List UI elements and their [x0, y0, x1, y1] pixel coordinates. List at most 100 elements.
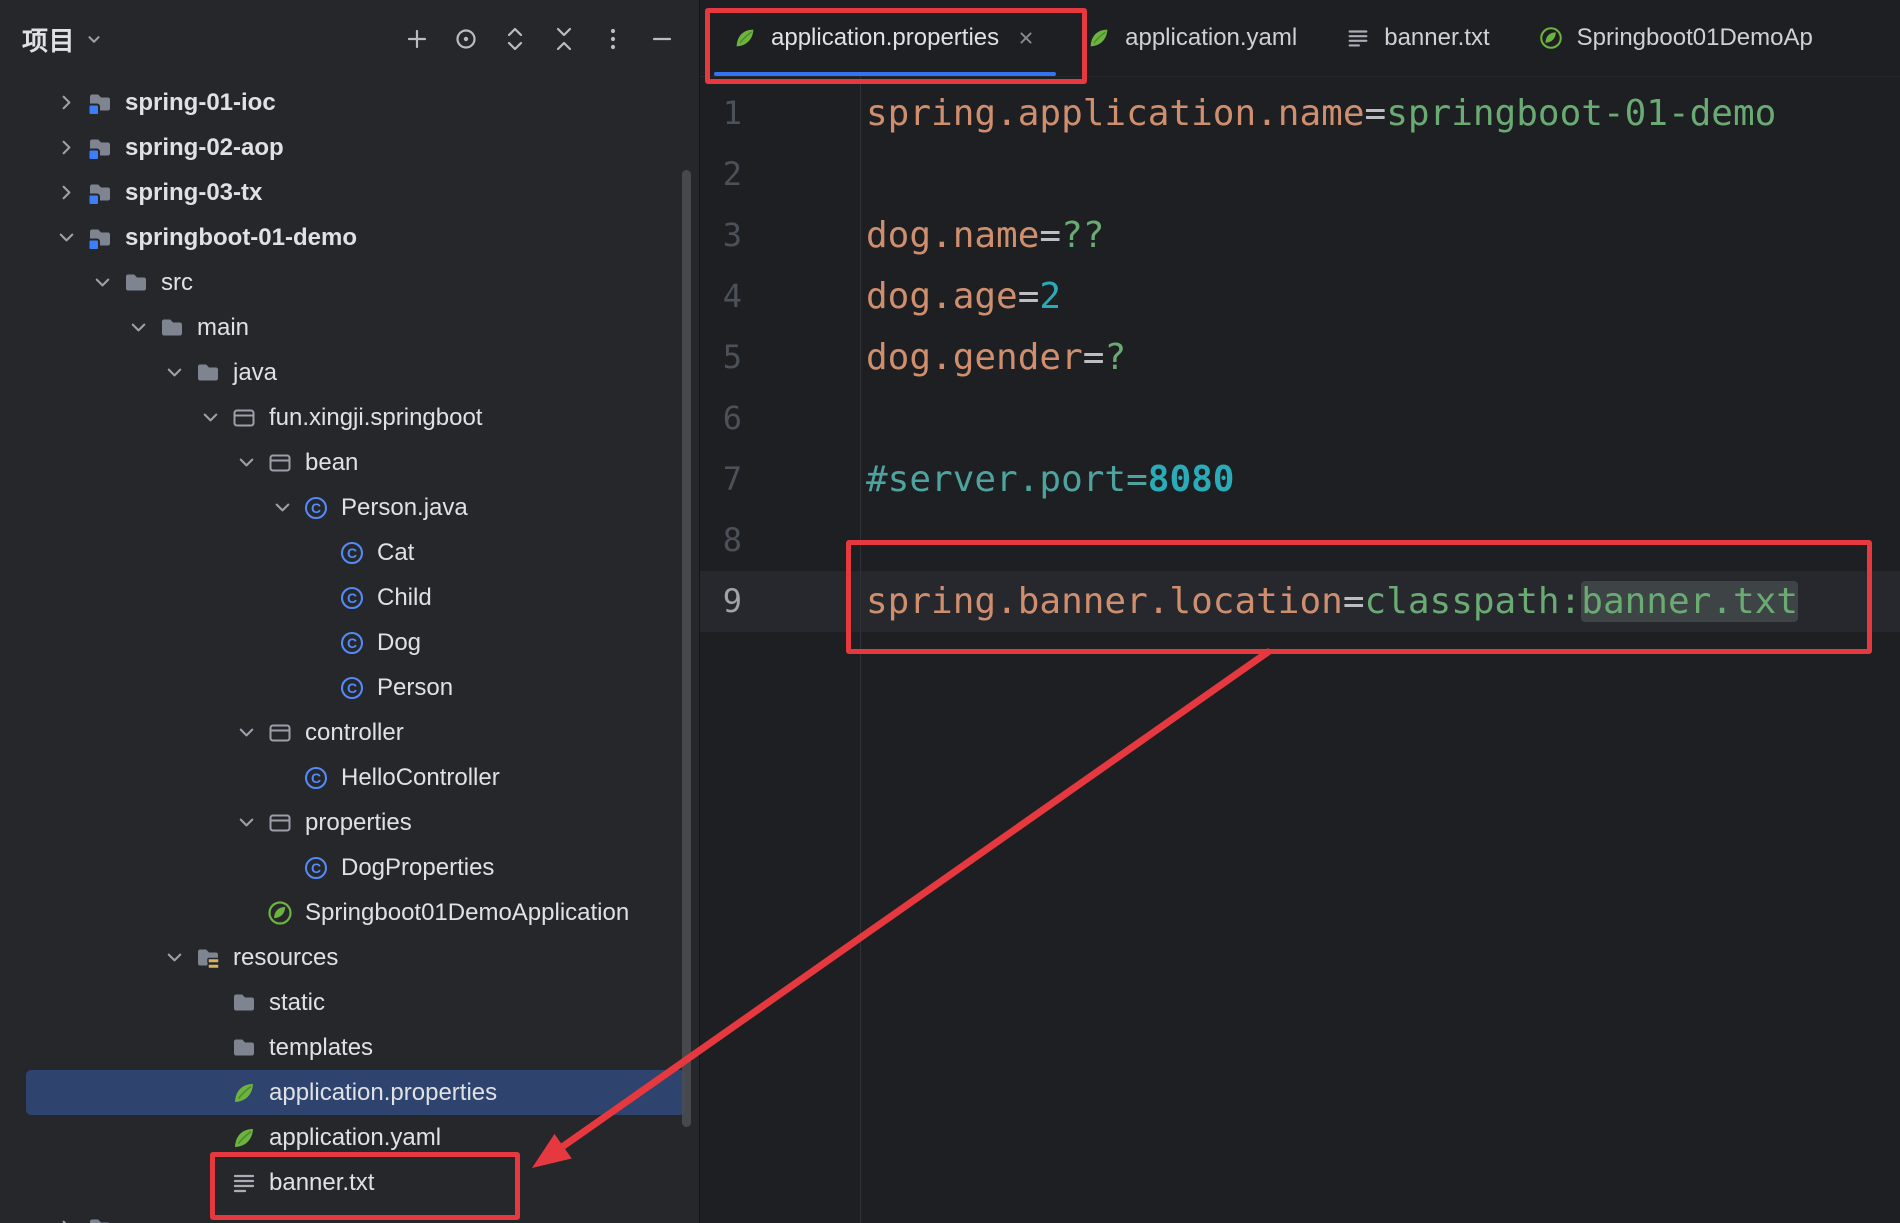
text-icon	[230, 1169, 258, 1197]
tree-item-dogproperties[interactable]: CDogProperties	[26, 845, 685, 890]
chevron-spacer	[226, 899, 266, 927]
code-line-3[interactable]: 3dog.name=??	[700, 205, 1900, 266]
folder-icon	[122, 269, 150, 297]
expand-all-icon[interactable]	[498, 22, 532, 56]
chevron-down-icon[interactable]	[226, 809, 266, 837]
chevron-down-icon[interactable]	[154, 944, 194, 972]
more-vertical-icon[interactable]	[596, 22, 630, 56]
tree-item-resources[interactable]: resources	[26, 935, 685, 980]
tree-item-properties[interactable]: properties	[26, 800, 685, 845]
tree-item-person-java[interactable]: CPerson.java	[26, 485, 685, 530]
text-icon	[1345, 25, 1371, 51]
tree-item-java[interactable]: java	[26, 350, 685, 395]
tree-item-spring-01-ioc[interactable]: spring-01-ioc	[26, 80, 685, 125]
chevron-down-icon[interactable]	[226, 449, 266, 477]
tree-item-label: spring-02-aop	[125, 134, 284, 162]
tree-item-src[interactable]: src	[26, 260, 685, 305]
target-icon[interactable]	[449, 22, 483, 56]
tab-application-yaml[interactable]: application.yaml	[1062, 0, 1321, 76]
spring-icon	[230, 1079, 258, 1107]
tree-item-hellocontroller[interactable]: CHelloController	[26, 755, 685, 800]
chevron-down-icon[interactable]	[262, 494, 302, 522]
chevron-right-icon[interactable]	[46, 179, 86, 207]
tree-item-main[interactable]: main	[26, 305, 685, 350]
code-line-8[interactable]: 8	[700, 510, 1900, 571]
chevron-down-icon[interactable]	[46, 224, 86, 252]
line-number: 6	[700, 388, 742, 449]
chevron-right-icon[interactable]	[46, 89, 86, 117]
project-tool-window: 项目 spring-01-ioc spring-02-aop spring-03-t…	[0, 0, 700, 1223]
minimize-icon[interactable]	[645, 22, 679, 56]
project-panel-toolbar	[400, 22, 679, 56]
chevron-down-icon[interactable]	[226, 719, 266, 747]
tree-scrollbar[interactable]	[682, 170, 691, 1127]
token-eq: =	[1365, 93, 1387, 134]
tree-item-spring-03-tx[interactable]: spring-03-tx	[26, 170, 685, 215]
close-icon[interactable]	[1014, 26, 1038, 50]
tree-item-label: Person.java	[341, 494, 468, 522]
tree-item-springboot01demoapplication[interactable]: Springboot01DemoApplication	[26, 890, 685, 935]
svg-text:C: C	[347, 545, 357, 561]
tree-item-dog[interactable]: CDog	[26, 620, 685, 665]
springboot-icon	[1538, 25, 1564, 51]
code-line-2[interactable]: 2	[700, 144, 1900, 205]
chevron-right-icon[interactable]	[46, 1214, 86, 1223]
code-line-6[interactable]: 6	[700, 388, 1900, 449]
tree-item-child[interactable]: CChild	[26, 575, 685, 620]
svg-text:C: C	[311, 770, 321, 786]
tab-application-properties[interactable]: application.properties	[708, 0, 1062, 76]
code-line-7[interactable]: 7#server.port=8080	[700, 449, 1900, 510]
tree-item-partial[interactable]	[26, 1205, 685, 1223]
tree-item-label: spring-01-ioc	[125, 89, 276, 117]
chevron-spacer	[190, 1079, 230, 1107]
tree-item-label: bean	[305, 449, 358, 477]
spring-icon	[1086, 25, 1112, 51]
code-line-5[interactable]: 5dog.gender=?	[700, 327, 1900, 388]
tree-item-springboot-01-demo[interactable]: springboot-01-demo	[26, 215, 685, 260]
code-line-4[interactable]: 4dog.age=2	[700, 266, 1900, 327]
project-panel-title[interactable]: 项目	[22, 21, 75, 58]
tree-item-fun-xingji-springboot[interactable]: fun.xingji.springboot	[26, 395, 685, 440]
module-folder-icon	[86, 89, 114, 117]
tree-item-bean[interactable]: bean	[26, 440, 685, 485]
tree-item-banner-txt[interactable]: banner.txt	[26, 1160, 685, 1205]
tree-item-spring-02-aop[interactable]: spring-02-aop	[26, 125, 685, 170]
chevron-down-icon[interactable]	[118, 314, 158, 342]
plus-icon[interactable]	[400, 22, 434, 56]
code-line-1[interactable]: 1spring.application.name=springboot-01-d…	[700, 83, 1900, 144]
chevron-right-icon[interactable]	[46, 134, 86, 162]
tab-label: Springboot01DemoAp	[1577, 24, 1813, 52]
chevron-down-icon[interactable]	[83, 28, 105, 50]
project-tree: spring-01-ioc spring-02-aop spring-03-tx sp…	[0, 80, 699, 1223]
package-icon	[266, 719, 294, 747]
tree-item-controller[interactable]: controller	[26, 710, 685, 755]
line-number: 7	[700, 449, 742, 510]
svg-text:C: C	[347, 680, 357, 696]
tree-item-application-properties[interactable]: application.properties	[26, 1070, 685, 1115]
chevron-spacer	[262, 764, 302, 792]
tree-item-person[interactable]: CPerson	[26, 665, 685, 710]
svg-text:C: C	[347, 635, 357, 651]
tree-item-static[interactable]: static	[26, 980, 685, 1025]
tree-item-label: springboot-01-demo	[125, 224, 357, 252]
tree-item-label: src	[161, 269, 193, 297]
token-eq: =	[1083, 337, 1105, 378]
chevron-down-icon[interactable]	[190, 404, 230, 432]
tree-item-label: application.yaml	[269, 1124, 441, 1152]
tree-item-application-yaml[interactable]: application.yaml	[26, 1115, 685, 1160]
editor-pane[interactable]: 1spring.application.name=springboot-01-d…	[700, 77, 1900, 1223]
tree-item-templates[interactable]: templates	[26, 1025, 685, 1070]
tree-item-cat[interactable]: CCat	[26, 530, 685, 575]
token-number-bold: 8080	[1148, 459, 1235, 500]
spring-icon	[230, 1124, 258, 1152]
code-line-9[interactable]: 9spring.banner.location=classpath:banner…	[700, 571, 1900, 632]
tab-springboot01demoap[interactable]: Springboot01DemoAp	[1514, 0, 1837, 76]
collapse-all-icon[interactable]	[547, 22, 581, 56]
chevron-spacer	[190, 1034, 230, 1062]
chevron-down-icon[interactable]	[82, 269, 122, 297]
token-value: ?	[1104, 337, 1126, 378]
tab-banner-txt[interactable]: banner.txt	[1321, 0, 1513, 76]
token-key: dog.gender	[866, 337, 1083, 378]
spring-icon	[732, 25, 758, 51]
chevron-down-icon[interactable]	[154, 359, 194, 387]
